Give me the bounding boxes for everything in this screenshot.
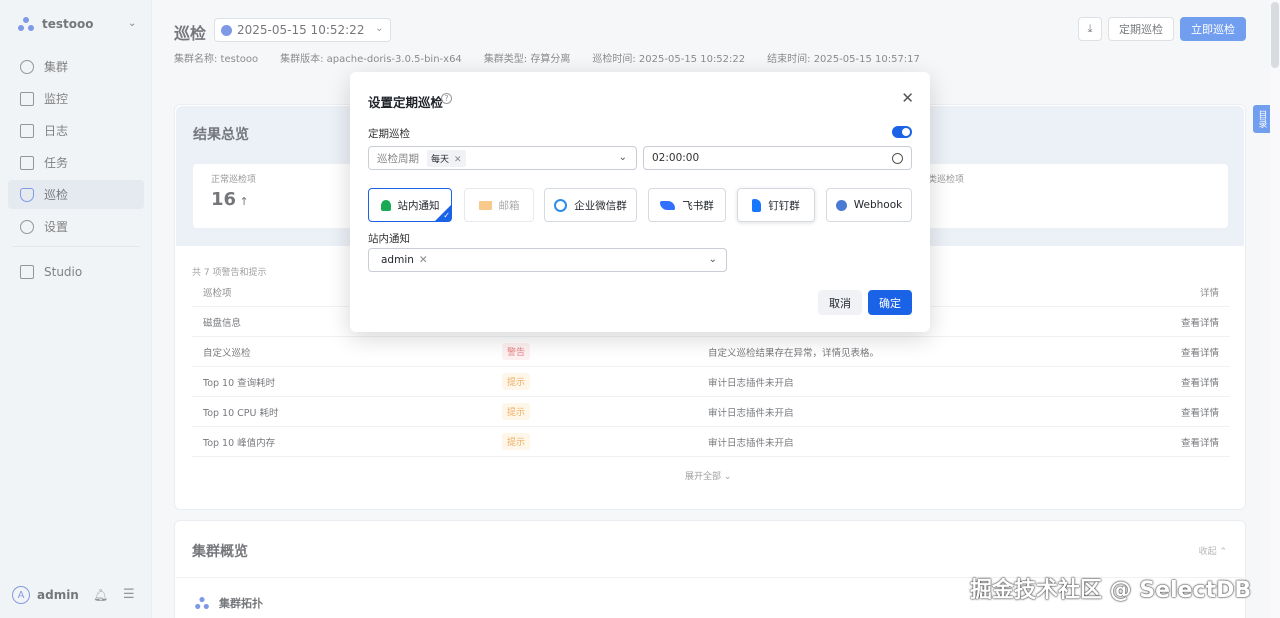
scheduled-inspection-modal: 设置定期巡检 ? ✕ 定期巡检 巡检周期 每天 ✕ ⌄ 02:00:00 站内通知… [350, 72, 930, 332]
channel-label: 钉钉群 [768, 199, 800, 212]
channel-email[interactable]: 邮箱 [464, 188, 534, 222]
scheduled-toggle[interactable] [892, 126, 912, 138]
chevron-down-icon: ⌄ [708, 254, 717, 265]
period-select[interactable]: 巡检周期 每天 ✕ ⌄ [368, 146, 637, 170]
notify-label: 站内通知 [368, 233, 410, 245]
channel-label: 飞书群 [682, 199, 714, 212]
modal-title: 设置定期巡检 [368, 95, 444, 110]
webhook-icon [835, 199, 847, 211]
confirm-button[interactable]: 确定 [868, 290, 912, 315]
channel-in-app[interactable]: 站内通知 ✓ [368, 188, 452, 222]
channel-feishu[interactable]: 飞书群 [648, 188, 726, 222]
check-icon: ✓ [443, 211, 450, 220]
mail-icon [478, 200, 492, 210]
feishu-icon [660, 200, 676, 210]
watermark: 掘金技术社区 @ SelectDB [970, 578, 1252, 603]
close-icon[interactable]: ✕ [901, 89, 914, 107]
wecom-icon [554, 198, 568, 212]
time-value: 02:00:00 [652, 152, 700, 164]
help-icon[interactable]: ? [441, 93, 452, 104]
clock-icon [892, 153, 903, 164]
close-icon[interactable]: ✕ [454, 155, 462, 165]
user-chip: admin ✕ [381, 254, 428, 266]
channel-label: 企业微信群 [574, 199, 627, 212]
channel-label: 邮箱 [498, 199, 520, 212]
time-picker[interactable]: 02:00:00 [643, 146, 912, 170]
channel-wecom[interactable]: 企业微信群 [544, 188, 637, 222]
period-chip: 每天 ✕ [427, 149, 466, 167]
channel-dingtalk[interactable]: 钉钉群 [737, 188, 815, 222]
channel-label: 站内通知 [397, 199, 440, 212]
cancel-button[interactable]: 取消 [818, 290, 862, 315]
dingtalk-icon [752, 198, 762, 212]
period-placeholder: 巡检周期 [377, 152, 419, 165]
modal-actions: 取消 确定 [818, 290, 912, 315]
scheduled-label: 定期巡检 [368, 128, 410, 140]
bell-icon [380, 199, 391, 211]
close-icon[interactable]: ✕ [419, 254, 428, 266]
channel-webhook[interactable]: Webhook [826, 188, 912, 222]
notify-user-select[interactable]: admin ✕ ⌄ [368, 248, 727, 272]
channel-label: Webhook [853, 199, 903, 211]
chevron-down-icon: ⌄ [618, 152, 627, 163]
